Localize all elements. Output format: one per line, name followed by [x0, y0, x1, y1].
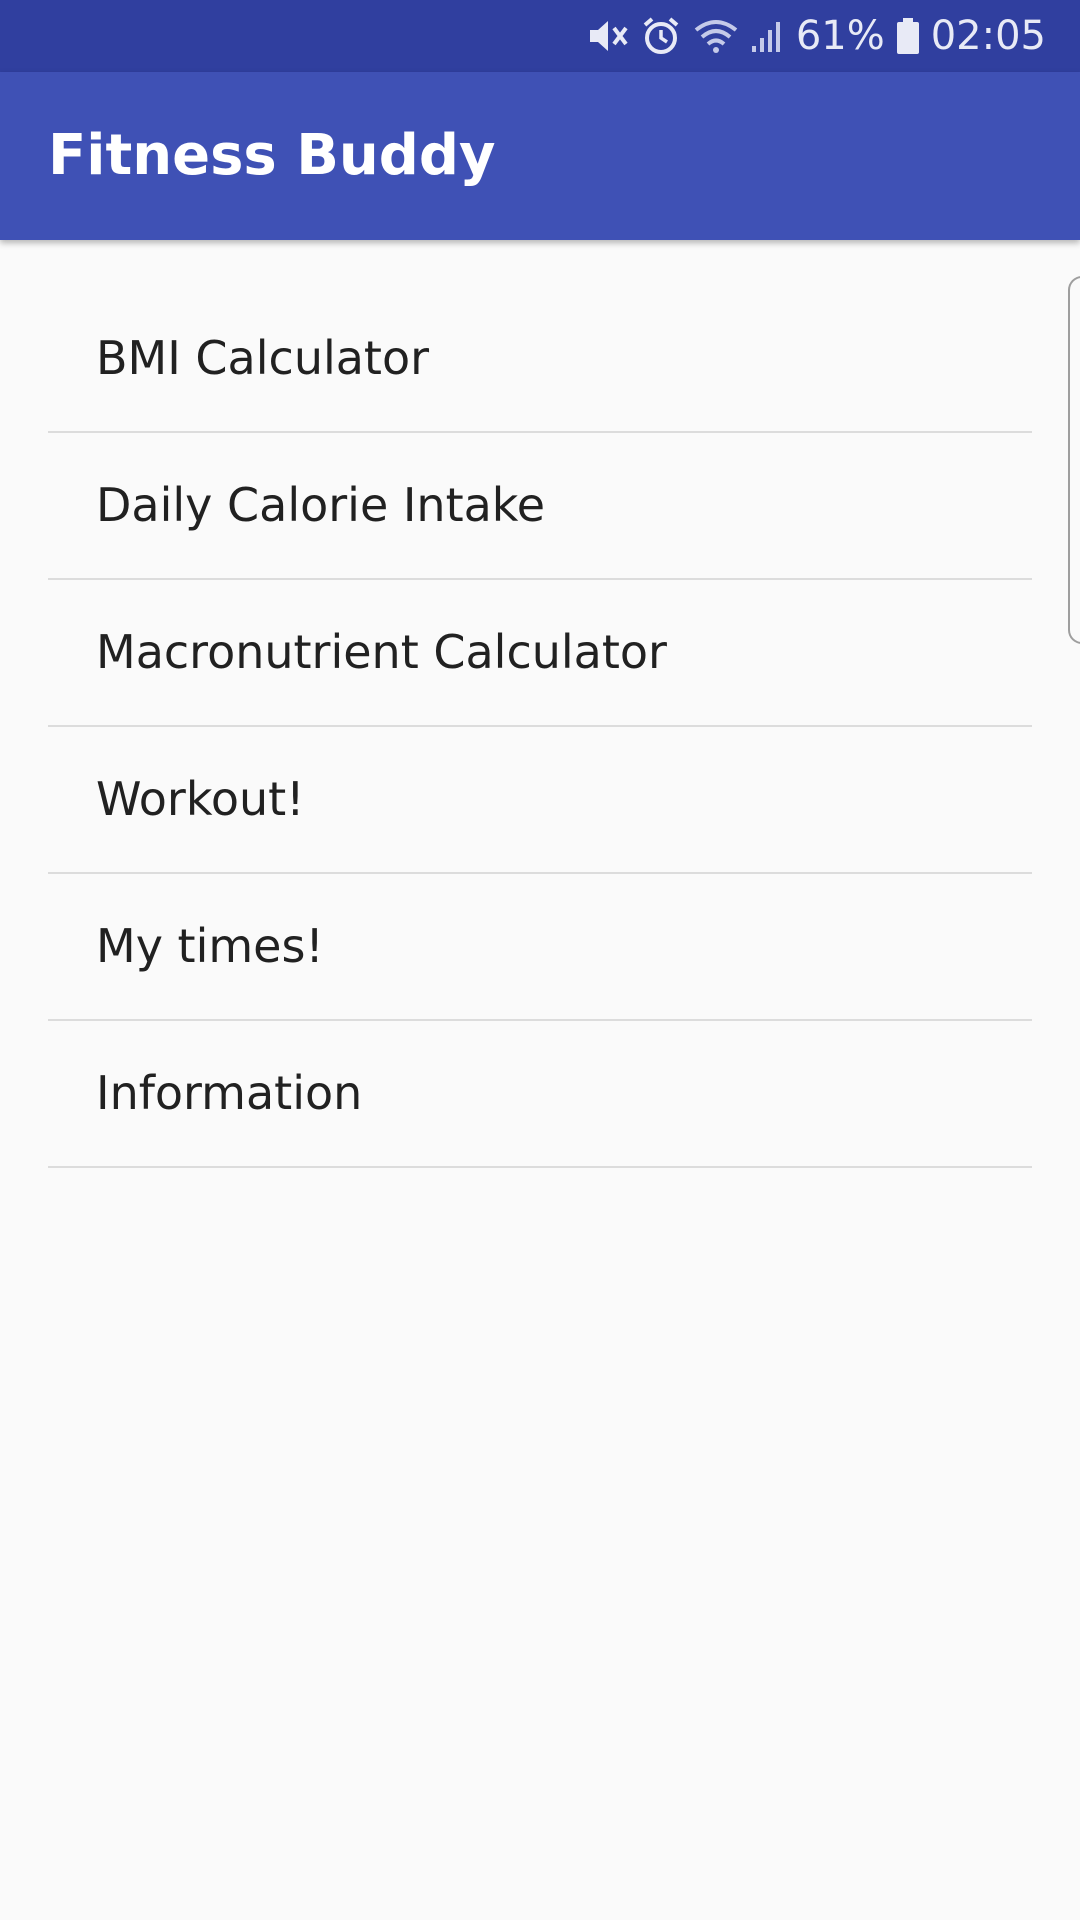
signal-icon [750, 0, 786, 72]
menu-item-my-times[interactable]: My times! [48, 874, 1032, 1021]
menu-item-label: Workout! [96, 772, 305, 826]
app-bar: Fitness Buddy [0, 72, 1080, 240]
menu-item-daily-calorie-intake[interactable]: Daily Calorie Intake [48, 433, 1032, 580]
status-bar-right: 61% 02:05 [576, 0, 1046, 72]
alarm-icon [640, 0, 682, 72]
app-screen: 61% 02:05 Fitness Buddy BMI Calculator D… [0, 0, 1080, 1920]
menu-list: BMI Calculator Daily Calorie Intake Macr… [48, 286, 1032, 1168]
edge-panel-handle[interactable] [1068, 276, 1080, 644]
menu-item-label: Information [96, 1066, 363, 1120]
menu-item-label: My times! [96, 919, 324, 973]
mute-icon [586, 0, 630, 72]
status-bar: 61% 02:05 [0, 0, 1080, 72]
wifi-icon [692, 0, 740, 72]
battery-icon [895, 0, 921, 72]
menu-item-workout[interactable]: Workout! [48, 727, 1032, 874]
menu-item-bmi-calculator[interactable]: BMI Calculator [48, 286, 1032, 433]
app-title: Fitness Buddy [48, 123, 496, 188]
menu-item-information[interactable]: Information [48, 1021, 1032, 1168]
menu-item-label: BMI Calculator [96, 331, 430, 385]
battery-percent: 61% [795, 13, 885, 59]
status-time: 02:05 [930, 13, 1046, 59]
menu-item-label: Daily Calorie Intake [96, 478, 546, 532]
menu-item-label: Macronutrient Calculator [96, 625, 667, 679]
menu-item-macronutrient-calculator[interactable]: Macronutrient Calculator [48, 580, 1032, 727]
